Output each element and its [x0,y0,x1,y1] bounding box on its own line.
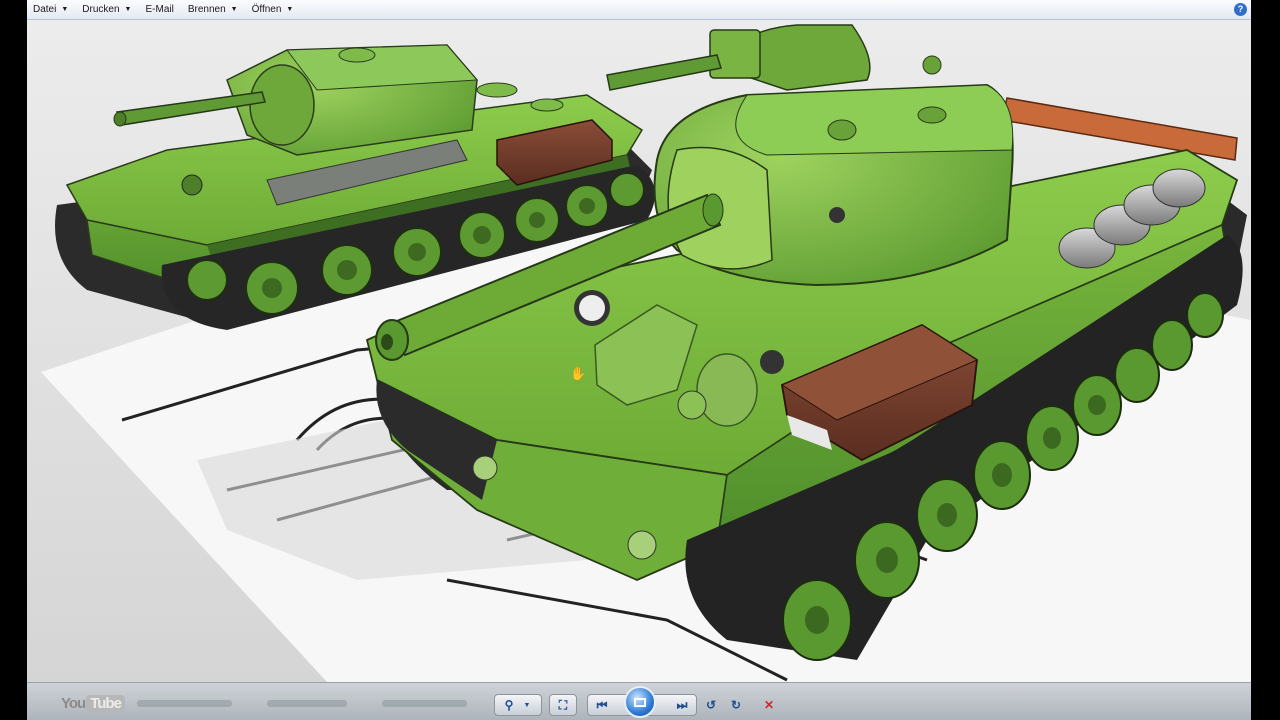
menu-brennen[interactable]: Brennen ▼ [182,4,244,15]
slideshow-icon [634,697,646,707]
youtube-logo: You Tube [61,695,125,712]
tank-render-image: ✋ [41,24,1251,682]
zoom-icon[interactable]: ⚲ [498,696,520,714]
chevron-down-icon: ▼ [61,6,69,13]
menu-bar: Datei ▼ Drucken ▼ E-Mail Brennen ▼ Öffnen ▼ … [27,0,1251,20]
zoom-control[interactable]: ⚲ ▼ [494,694,542,716]
menu-brennen-label: Brennen [187,4,226,15]
chevron-down-icon: ▼ [286,6,294,13]
chevron-down-icon[interactable]: ▼ [520,696,534,714]
rotate-right-icon[interactable]: ↻ [725,696,747,714]
next-icon[interactable]: ⏭ [671,696,693,714]
menu-email[interactable]: E-Mail [139,4,179,15]
fit-window-icon: ⛶ [558,697,568,712]
menu-drucken-label: Drucken [82,4,120,15]
menu-datei-label: Datei [33,4,57,15]
blurred-label-3 [382,700,467,707]
previous-icon[interactable]: ⏮ [591,696,613,714]
menu-drucken[interactable]: Drucken ▼ [76,4,137,15]
fit-window-button[interactable]: ⛶ [549,694,577,716]
photo-viewer-window: Datei ▼ Drucken ▼ E-Mail Brennen ▼ Öffnen ▼ … [27,0,1251,720]
svg-text:✋: ✋ [570,366,586,382]
help-icon[interactable]: ? [1234,3,1247,16]
chevron-down-icon: ▼ [230,6,238,13]
menu-oeffnen-label: Öffnen [251,4,282,15]
logo-text-tube: Tube [86,695,125,712]
image-canvas[interactable]: ✋ [27,20,1251,682]
rotate-left-icon[interactable]: ↺ [700,696,722,714]
logo-text-you: You [61,695,86,712]
blurred-label-1 [137,700,232,707]
delete-icon[interactable]: ✕ [758,696,780,714]
chevron-down-icon: ▼ [124,6,132,13]
menu-datei[interactable]: Datei ▼ [27,4,74,15]
blurred-label-2 [267,700,347,707]
menu-oeffnen[interactable]: Öffnen ▼ [246,4,300,15]
menu-email-label: E-Mail [145,4,174,15]
slideshow-button[interactable] [624,686,656,718]
viewer-toolbar: You Tube ⚲ ▼ ⛶ ⏮ ⏭ ↺ ↻ ✕ [27,682,1251,720]
